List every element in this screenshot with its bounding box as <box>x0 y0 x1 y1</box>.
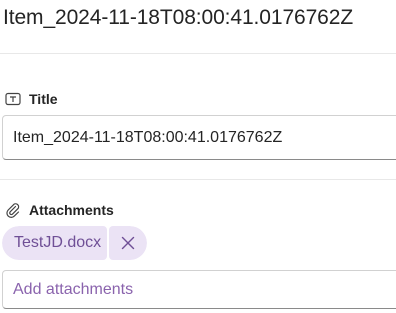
text-field-icon <box>5 92 21 106</box>
item-form-panel: Item_2024-11-18T08:00:41.0176762Z Title … <box>0 0 396 313</box>
attachments-field-label: Attachments <box>5 202 114 218</box>
title-input-value: Item_2024-11-18T08:00:41.0176762Z <box>13 128 283 146</box>
page-title: Item_2024-11-18T08:00:41.0176762Z <box>3 6 354 29</box>
attachment-chip: TestJD.docx <box>2 226 148 260</box>
section-divider <box>0 179 396 180</box>
title-field-label: Title <box>5 91 58 107</box>
paperclip-icon <box>5 202 21 218</box>
title-label-text: Title <box>29 91 58 107</box>
header-divider <box>0 53 396 54</box>
remove-attachment-button[interactable] <box>109 226 148 260</box>
title-input[interactable]: Item_2024-11-18T08:00:41.0176762Z <box>2 115 396 160</box>
add-attachments-placeholder: Add attachments <box>13 280 134 298</box>
attachments-label-text: Attachments <box>29 202 114 218</box>
attachment-file-name[interactable]: TestJD.docx <box>2 226 108 260</box>
close-icon <box>121 236 135 250</box>
add-attachments-input[interactable]: Add attachments <box>2 270 396 309</box>
